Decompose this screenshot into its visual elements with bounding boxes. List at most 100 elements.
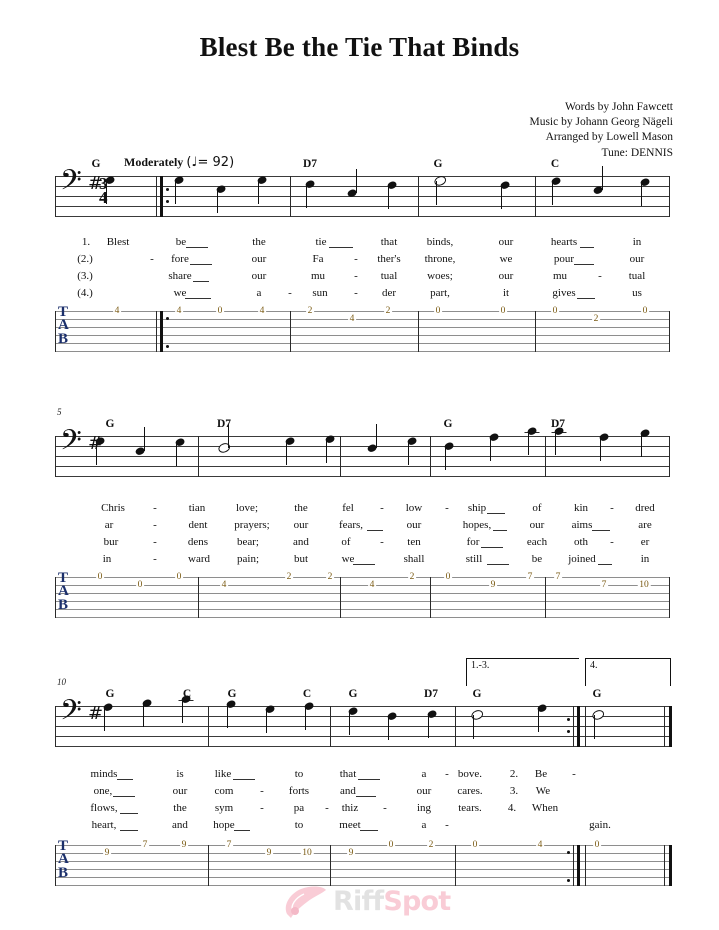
lyric-verse-line: (4.) we a - sun - der part, it gives us	[55, 287, 669, 303]
note-stem	[500, 185, 502, 209]
barline	[535, 176, 536, 217]
lyric-verse-line: in - ward pain; but we shall still be joined in	[55, 553, 669, 569]
note-stem	[105, 180, 107, 204]
lyric-syllable: 1.	[81, 236, 91, 248]
tab-barline	[664, 845, 665, 886]
staff-line	[55, 176, 669, 177]
tab-barline	[198, 577, 199, 618]
barline	[208, 706, 209, 747]
chord-symbol: G	[105, 418, 115, 430]
lyric-syllable: mu	[310, 270, 326, 282]
tab-fret-number: 4	[536, 840, 544, 850]
lyric-extender-line	[113, 796, 136, 797]
lyric-syllable: our	[251, 270, 267, 282]
lyric-syllable: our	[529, 519, 545, 531]
tab-fret-number: 0	[444, 572, 452, 582]
lyric-hyphen: -	[354, 287, 358, 299]
watermark-riff: Riff	[333, 886, 384, 917]
note-stem	[601, 166, 604, 190]
lyric-syllable: for	[466, 536, 480, 548]
tab-repeat-barline	[577, 845, 580, 886]
tab-barline	[55, 311, 56, 352]
tab-clef-letters: TAB	[58, 838, 69, 880]
tab-fret-number: 7	[600, 580, 608, 590]
lyric-extender-line	[366, 530, 383, 531]
lyric-hyphen: -	[445, 768, 449, 780]
tab-fret-number: 2	[306, 306, 314, 316]
credit-words: Words by John Fawcett	[565, 101, 673, 113]
note-stem	[489, 437, 491, 461]
barline	[340, 436, 341, 477]
lyric-syllable: thiz	[341, 802, 359, 814]
lyric-syllable: bear;	[237, 536, 259, 548]
lyric-syllable: (2.)	[77, 253, 93, 265]
lyric-syllable: throne,	[424, 253, 456, 265]
tab-line	[55, 335, 669, 336]
lyric-syllable: our	[406, 519, 422, 531]
note-stem	[325, 439, 327, 463]
lyric-syllable: flows,	[90, 802, 118, 814]
tab-barline	[55, 845, 56, 886]
lyric-syllable: Blest	[106, 236, 130, 248]
lyric-hyphen: -	[150, 253, 154, 265]
tab-barline	[418, 311, 419, 352]
lyric-extender-line	[592, 530, 611, 531]
lyric-syllable: ten	[407, 536, 421, 548]
lyric-syllable: our	[293, 519, 309, 531]
lyric-syllable: 3.	[509, 785, 519, 797]
note-stem	[427, 714, 429, 738]
tab-line	[55, 617, 669, 618]
lyric-hyphen: -	[288, 287, 292, 299]
lyric-syllable: prayers;	[234, 519, 270, 531]
lyric-hyphen: -	[380, 536, 384, 548]
lyric-syllable: pa	[293, 802, 305, 814]
lyric-syllable: mu	[552, 270, 568, 282]
staff	[55, 176, 669, 217]
tablature-staff	[55, 311, 669, 352]
lyric-syllable: When	[531, 802, 559, 814]
lyric-syllable: gain.	[589, 819, 611, 831]
tab-fret-number: 0	[641, 306, 649, 316]
lyric-syllable: aims	[571, 519, 593, 531]
tab-clef-letter: B	[58, 330, 69, 347]
lyric-syllable: shall	[403, 553, 425, 565]
page-title: Blest Be the Tie That Binds	[199, 32, 520, 62]
barline	[55, 436, 56, 477]
tab-fret-number: 7	[225, 840, 233, 850]
tab-fret-number: 2	[592, 314, 600, 324]
lyric-syllable: er	[640, 536, 650, 548]
measure-number: 5	[57, 407, 62, 417]
lyric-syllable: binds,	[426, 236, 454, 248]
tab-barline	[573, 845, 574, 886]
volta-label: 4.	[590, 660, 598, 671]
tab-line	[55, 593, 669, 594]
lyric-syllable: joined	[568, 553, 596, 565]
tab-line	[55, 601, 669, 602]
barline	[585, 706, 586, 747]
lyric-verse-line: heart, and hope to meet a - gain.	[55, 819, 669, 835]
lyric-extender-line	[190, 264, 213, 265]
lyric-syllable: pain;	[237, 553, 259, 565]
lyric-extender-line	[186, 247, 209, 248]
lyric-hyphen: -	[153, 553, 157, 565]
lyric-syllable: and	[172, 819, 188, 831]
tab-line	[55, 609, 669, 610]
lyric-extender-line	[355, 796, 376, 797]
lyric-syllable: heart,	[91, 819, 117, 831]
tab-repeat-dot	[567, 879, 570, 882]
tab-barline	[55, 577, 56, 618]
tab-fret-number: 0	[175, 572, 183, 582]
lyric-syllable: tears.	[458, 802, 482, 814]
sheet-music-page: Blest Be the Tie That Binds Words by Joh…	[0, 0, 719, 930]
tab-fret-number: 0	[136, 580, 144, 590]
barline	[330, 706, 331, 747]
note-stem	[305, 184, 307, 208]
note-stem	[181, 699, 183, 723]
lyric-syllable: dred	[635, 502, 655, 514]
lyric-syllable: in	[640, 553, 650, 565]
bass-clef-icon: 𝄢	[60, 164, 82, 204]
tempo-text: Moderately	[124, 155, 184, 169]
lyric-syllable: bove.	[457, 768, 483, 780]
staff-line	[55, 186, 669, 187]
staff-line	[55, 476, 669, 477]
